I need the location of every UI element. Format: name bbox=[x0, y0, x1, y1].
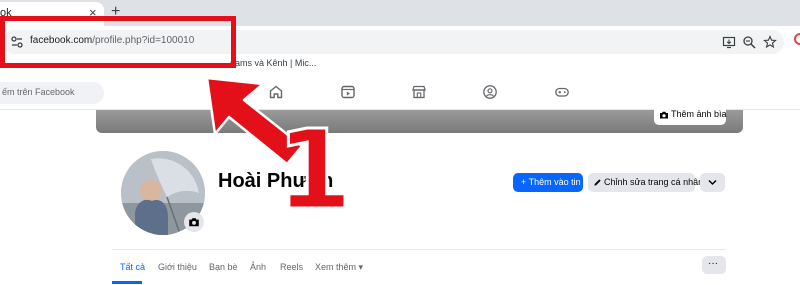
zoom-icon[interactable] bbox=[742, 35, 756, 49]
video-icon[interactable] bbox=[340, 84, 356, 100]
more-dots-icon: ··· bbox=[708, 258, 718, 269]
facebook-search-input[interactable]: ếm trên Facebook bbox=[0, 82, 104, 104]
tab-friends[interactable]: Bạn bè bbox=[209, 262, 238, 272]
active-tab-indicator bbox=[112, 281, 142, 284]
pencil-icon bbox=[594, 179, 601, 186]
update-avatar-button[interactable] bbox=[184, 212, 204, 232]
bookmark-star-icon[interactable] bbox=[763, 35, 777, 49]
gaming-icon[interactable] bbox=[554, 84, 570, 100]
install-app-icon[interactable] bbox=[722, 35, 736, 49]
home-icon[interactable] bbox=[268, 84, 284, 100]
add-to-story-button[interactable]: + Thêm vào tin bbox=[513, 173, 583, 192]
tab-see-more[interactable]: Xem thêm ▾ bbox=[315, 262, 363, 273]
search-placeholder: ếm trên Facebook bbox=[2, 87, 75, 97]
extension-icon[interactable] bbox=[794, 33, 800, 45]
add-cover-photo-button[interactable]: Thêm ảnh bìa bbox=[654, 105, 727, 125]
camera-icon bbox=[660, 111, 668, 119]
groups-icon[interactable] bbox=[482, 84, 498, 100]
annotation-highlight-box bbox=[0, 16, 236, 68]
add-cover-photo-label: Thêm ảnh bìa bbox=[671, 109, 727, 119]
add-to-story-label: + Thêm vào tin bbox=[521, 177, 581, 187]
chevron-down-icon bbox=[708, 179, 717, 186]
edit-profile-label: Chỉnh sửa trang cá nhân bbox=[604, 177, 704, 187]
camera-icon bbox=[189, 218, 199, 227]
annotation-step-number: 1 bbox=[275, 106, 355, 234]
tab-all[interactable]: Tất cả bbox=[120, 262, 145, 272]
edit-profile-button[interactable]: Chỉnh sửa trang cá nhân bbox=[588, 173, 703, 192]
marketplace-icon[interactable] bbox=[411, 84, 427, 100]
cover-photo[interactable] bbox=[96, 110, 743, 133]
tab-photos[interactable]: Ảnh bbox=[250, 262, 266, 272]
profile-options-button[interactable] bbox=[700, 173, 725, 192]
tab-about[interactable]: Giới thiệu bbox=[158, 262, 197, 272]
bookmark-item[interactable]: eams và Kênh | Mic... bbox=[230, 58, 316, 68]
tabs-divider bbox=[112, 249, 726, 250]
tabs-more-button[interactable]: ··· bbox=[702, 256, 726, 274]
tab-reels[interactable]: Reels bbox=[280, 262, 303, 272]
